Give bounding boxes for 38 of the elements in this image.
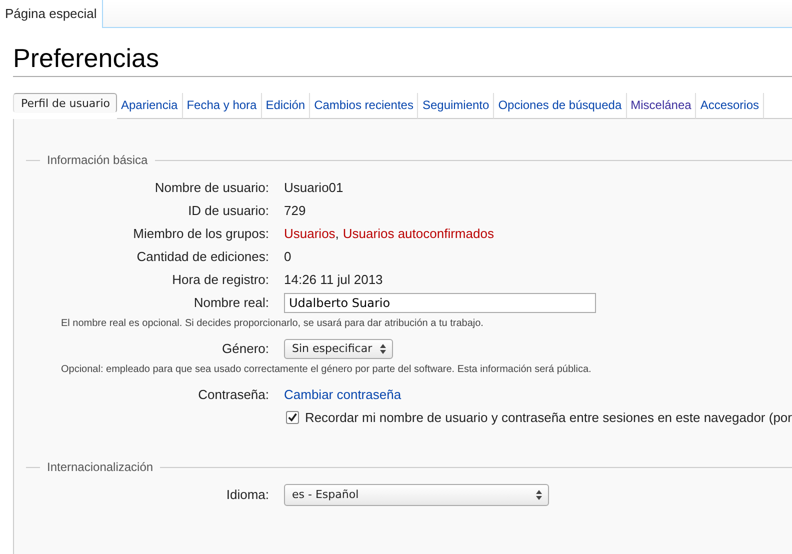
field-label: Hora de registro:	[172, 272, 269, 287]
preferences-tab[interactable]: Accesorios	[696, 93, 764, 119]
field-value: 14:26 11 jul 2013	[284, 272, 383, 287]
preferences-tab[interactable]: Perfil de usuario	[13, 93, 117, 113]
section-legend: Internacionalización	[40, 460, 160, 474]
help-text: El nombre real es opcional. Si decides proporcionarlo, se usará para dar atribución a tu trabajo.	[60, 317, 484, 331]
section-legend: Información básica	[40, 153, 155, 167]
change-password-link[interactable]: Cambiar contraseña	[284, 387, 402, 402]
field-value: 729	[284, 203, 306, 218]
preferences-tab[interactable]: Opciones de búsqueda	[494, 93, 627, 119]
dropdown[interactable]: es - Español	[284, 484, 549, 506]
real-name-field[interactable]: Udalberto Suario	[284, 292, 596, 312]
preferences-tab[interactable]: Fecha y hora	[182, 93, 262, 119]
group-link[interactable]: Usuarios autoconfirmados	[342, 226, 494, 241]
field-value: Usuario01	[284, 180, 344, 195]
field-label: Género:	[222, 341, 269, 356]
group-link[interactable]: Usuarios	[284, 226, 336, 241]
page-title: Preferencias	[13, 42, 792, 77]
field-label: ID de usuario:	[188, 203, 269, 218]
field-label: Cantidad de ediciones:	[136, 249, 269, 264]
preferences-tab[interactable]: Apariencia	[116, 93, 183, 119]
field-label: Nombre de usuario:	[154, 180, 269, 195]
updown-icon	[536, 490, 542, 500]
dropdown[interactable]: Sin especificar	[284, 338, 394, 358]
field-label: Miembro de los grupos:	[133, 226, 269, 241]
checkbox[interactable]	[286, 411, 299, 424]
preferences-tab[interactable]: Edición	[262, 93, 310, 119]
field-label: Contraseña:	[198, 387, 269, 402]
separator: ,	[335, 226, 339, 241]
field-label: Idioma:	[226, 487, 269, 502]
preferences-tab[interactable]: Seguimiento	[418, 93, 494, 119]
checkbox-label: Recordar mi nombre de usuario y contraseña entre sesiones en este navegador (por	[304, 410, 792, 425]
field-label: Nombre real:	[194, 295, 269, 310]
preferences-tab[interactable]: Miscelánea	[626, 93, 696, 119]
preferences-tab[interactable]: Cambios recientes	[310, 93, 418, 119]
field-value: 0	[284, 249, 292, 264]
help-text: Opcional: empleado para que sea usado correctamente el género por parte del software. Esta información será pública.	[60, 363, 592, 377]
updown-icon	[380, 344, 386, 354]
